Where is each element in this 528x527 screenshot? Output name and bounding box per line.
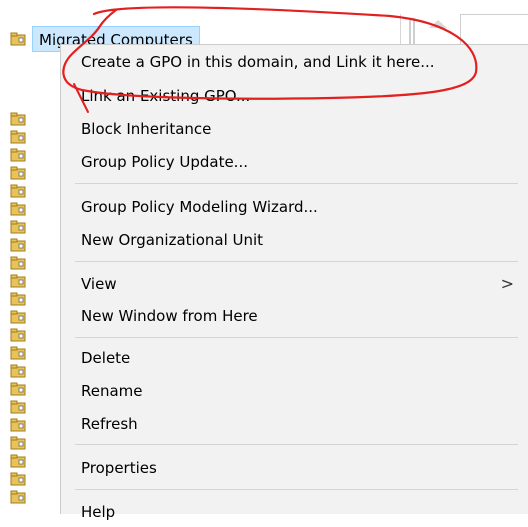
menu-separator <box>75 183 518 184</box>
menu-item-label: View <box>81 275 117 293</box>
menu-item-label: Properties <box>81 459 157 477</box>
menu-item-block-inheritance[interactable]: Block Inheritance <box>81 114 528 144</box>
organizational-unit-icon <box>10 418 26 432</box>
menu-item-new-window[interactable]: New Window from Here <box>81 301 528 331</box>
menu-item-label: Rename <box>81 382 143 400</box>
menu-item-properties[interactable]: Properties <box>81 453 528 483</box>
menu-separator <box>75 261 518 262</box>
menu-item-view[interactable]: View > <box>81 269 528 299</box>
menu-item-rename[interactable]: Rename <box>81 376 528 406</box>
organizational-unit-icon <box>10 490 26 504</box>
menu-item-label: Refresh <box>81 415 138 433</box>
organizational-unit-icon <box>10 346 26 360</box>
organizational-unit-icon <box>10 328 26 342</box>
menu-item-label: Group Policy Modeling Wizard... <box>81 198 318 216</box>
details-pane <box>460 14 528 45</box>
menu-item-new-ou[interactable]: New Organizational Unit <box>81 225 528 255</box>
organizational-unit-icon <box>10 202 26 216</box>
menu-item-link-existing-gpo[interactable]: Link an Existing GPO... <box>81 81 528 111</box>
organizational-unit-icon <box>10 238 26 252</box>
menu-item-help[interactable]: Help <box>81 497 528 527</box>
menu-item-refresh[interactable]: Refresh <box>81 409 528 439</box>
menu-item-create-gpo[interactable]: Create a GPO in this domain, and Link it… <box>81 47 528 77</box>
menu-separator <box>75 444 518 445</box>
organizational-unit-icon <box>10 274 26 288</box>
organizational-unit-icon <box>10 130 26 144</box>
menu-item-delete[interactable]: Delete <box>81 343 528 373</box>
organizational-unit-icon <box>10 184 26 198</box>
menu-item-label: Create a GPO in this domain, and Link it… <box>81 53 435 71</box>
splitter-area <box>400 14 461 48</box>
menu-item-label: Help <box>81 503 116 521</box>
menu-separator <box>75 489 518 490</box>
organizational-unit-icon <box>10 220 26 234</box>
tree-pane <box>0 0 60 510</box>
menu-item-label: Block Inheritance <box>81 120 212 138</box>
organizational-unit-icon <box>10 32 26 46</box>
menu-separator <box>75 337 518 338</box>
menu-item-label: Group Policy Update... <box>81 153 248 171</box>
organizational-unit-icon <box>10 148 26 162</box>
organizational-unit-icon <box>10 310 26 324</box>
organizational-unit-icon <box>10 472 26 486</box>
context-menu: Create a GPO in this domain, and Link it… <box>60 44 528 521</box>
organizational-unit-icon <box>10 382 26 396</box>
organizational-unit-icon <box>10 436 26 450</box>
organizational-unit-icon <box>10 112 26 126</box>
organizational-unit-icon <box>10 166 26 180</box>
menu-item-label: Link an Existing GPO... <box>81 87 251 105</box>
menu-item-group-policy-update[interactable]: Group Policy Update... <box>81 147 528 177</box>
menu-item-label: Delete <box>81 349 131 367</box>
organizational-unit-icon <box>10 454 26 468</box>
scroll-up-arrow-icon[interactable] <box>429 20 447 28</box>
organizational-unit-icon <box>10 256 26 270</box>
organizational-unit-icon <box>10 364 26 378</box>
menu-item-modeling-wizard[interactable]: Group Policy Modeling Wizard... <box>81 192 528 222</box>
submenu-arrow-icon: > <box>500 274 514 293</box>
menu-item-label: New Window from Here <box>81 307 258 325</box>
organizational-unit-icon <box>10 292 26 306</box>
organizational-unit-icon <box>10 400 26 414</box>
menu-item-label: New Organizational Unit <box>81 231 264 249</box>
